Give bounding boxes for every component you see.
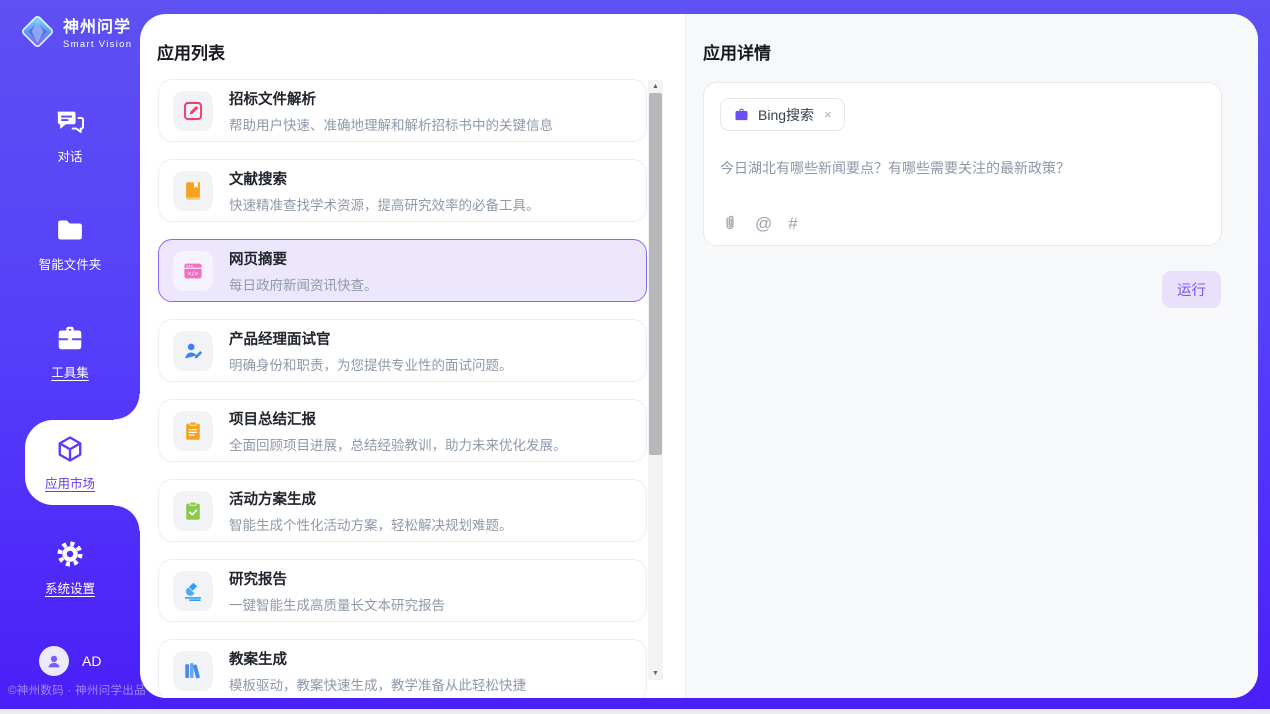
sidebar-item-label: 工具集	[51, 362, 89, 381]
app-cards: 招标文件解析 帮助用户快速、准确地理解和解析招标书中的关键信息 文献搜索 快速精…	[158, 79, 647, 698]
sidebar-item[interactable]: 工具集	[0, 312, 140, 392]
sidebar-item-label: 系统设置	[45, 578, 95, 597]
app-card-text: 项目总结汇报 全面回顾项目进展，总结经验教训，助力未来优化发展。	[229, 408, 567, 454]
app-card-text: 活动方案生成 智能生成个性化活动方案，轻松解决规划难题。	[229, 488, 513, 534]
clipboard-check-icon	[173, 491, 213, 531]
app-card[interactable]: 招标文件解析 帮助用户快速、准确地理解和解析招标书中的关键信息	[158, 79, 647, 142]
app-card-text: 教案生成 模板驱动，教案快速生成，教学准备从此轻松快捷	[229, 648, 526, 694]
app-card-desc: 一键智能生成高质量长文本研究报告	[229, 594, 445, 614]
app-card[interactable]: 教案生成 模板驱动，教案快速生成，教学准备从此轻松快捷	[158, 639, 647, 698]
prompt-card: Bing搜索 × 今日湖北有哪些新闻要点？有哪些需要关注的最新政策？ @ #	[703, 82, 1222, 246]
list-scrollbar[interactable]: ▲ ▼	[648, 80, 663, 680]
app-card-desc: 明确身份和职责，为您提供专业性的面试问题。	[229, 354, 513, 374]
app-card-text: 招标文件解析 帮助用户快速、准确地理解和解析招标书中的关键信息	[229, 88, 553, 134]
user-row[interactable]: AD	[39, 646, 101, 676]
tool-tag-label: Bing搜索	[758, 105, 814, 125]
sidebar-item[interactable]: 系统设置	[0, 528, 140, 608]
sidebar-item[interactable]: 应用市场	[0, 420, 140, 505]
app-card-title: 产品经理面试官	[229, 328, 513, 349]
app-card[interactable]: 研究报告 一键智能生成高质量长文本研究报告	[158, 559, 647, 622]
user-initials: AD	[82, 653, 101, 669]
sidebar-item-label: 应用市场	[45, 473, 95, 492]
hash-icon[interactable]: #	[788, 215, 797, 232]
sidebar-item-label: 智能文件夹	[39, 254, 102, 273]
browser-icon: </>	[173, 251, 213, 291]
user-icon	[45, 652, 63, 670]
app-card-text: 网页摘要 每日政府新闻资讯快查。	[229, 248, 378, 294]
book-icon	[173, 171, 213, 211]
main-content: 应用列表 招标文件解析 帮助用户快速、准确地理解和解析招标书中的关键信息	[140, 14, 1258, 698]
scrollbar-thumb[interactable]	[649, 93, 662, 455]
sidebar-nav: 对话 智能文件夹 工具集 应用市场	[0, 96, 140, 636]
app-card[interactable]: 文献搜索 快速精准查找学术资源，提高研究效率的必备工具。	[158, 159, 647, 222]
toolbox-icon	[55, 323, 85, 353]
app-detail-panel: 应用详情 Bing搜索 × 今日湖北有哪些新闻要点？有哪些需要关注的最新政策？ …	[685, 14, 1258, 698]
app-card-desc: 模板驱动，教案快速生成，教学准备从此轻松快捷	[229, 674, 526, 694]
composer-toolbar: @ #	[721, 214, 798, 232]
app-card-title: 活动方案生成	[229, 488, 513, 509]
sidebar-item-label: 对话	[57, 146, 82, 165]
briefcase-icon	[733, 106, 750, 123]
tool-tag[interactable]: Bing搜索 ×	[720, 98, 845, 131]
app-card[interactable]: 活动方案生成 智能生成个性化活动方案，轻松解决规划难题。	[158, 479, 647, 542]
app-card[interactable]: </> 网页摘要 每日政府新闻资讯快查。	[158, 239, 647, 302]
gear-icon	[55, 539, 85, 569]
app-list-title: 应用列表	[157, 39, 225, 64]
copyright: ©神州数码 · 神州问学出品	[8, 682, 146, 698]
app-card-text: 文献搜索 快速精准查找学术资源，提高研究效率的必备工具。	[229, 168, 540, 214]
app-card-text: 研究报告 一键智能生成高质量长文本研究报告	[229, 568, 445, 614]
app-window: 神州问学 Smart Vision 对话 智能文件夹	[0, 0, 1270, 714]
app-card-title: 研究报告	[229, 568, 445, 589]
app-card-desc: 每日政府新闻资讯快查。	[229, 274, 378, 294]
app-card-title: 网页摘要	[229, 248, 378, 269]
avatar	[39, 646, 69, 676]
microscope-icon	[173, 571, 213, 611]
run-row: 运行	[1162, 271, 1221, 308]
sidebar-item[interactable]: 对话	[0, 96, 140, 176]
chevron-down-icon[interactable]: ▼	[648, 667, 663, 680]
pencil-square-icon	[173, 91, 213, 131]
at-icon[interactable]: @	[755, 215, 772, 232]
diamond-logo-icon	[17, 11, 58, 52]
chevron-up-icon[interactable]: ▲	[648, 80, 663, 93]
app-card-title: 项目总结汇报	[229, 408, 567, 429]
sidebar-item[interactable]: 智能文件夹	[0, 204, 140, 284]
app-card-desc: 快速精准查找学术资源，提高研究效率的必备工具。	[229, 194, 540, 214]
run-button[interactable]: 运行	[1162, 271, 1221, 308]
app-card-title: 教案生成	[229, 648, 526, 669]
sidebar: 神州问学 Smart Vision 对话 智能文件夹	[0, 0, 140, 709]
svg-text:</>: </>	[188, 270, 199, 277]
app-card-text: 产品经理面试官 明确身份和职责，为您提供专业性的面试问题。	[229, 328, 513, 374]
folder-icon	[55, 215, 85, 245]
app-list-panel: 应用列表 招标文件解析 帮助用户快速、准确地理解和解析招标书中的关键信息	[140, 14, 685, 698]
app-card-title: 招标文件解析	[229, 88, 553, 109]
app-card[interactable]: 产品经理面试官 明确身份和职责，为您提供专业性的面试问题。	[158, 319, 647, 382]
brand-name: 神州问学	[63, 13, 132, 37]
app-card-desc: 智能生成个性化活动方案，轻松解决规划难题。	[229, 514, 513, 534]
cube-icon	[55, 434, 85, 464]
app-card-desc: 帮助用户快速、准确地理解和解析招标书中的关键信息	[229, 114, 553, 134]
brand: 神州问学 Smart Vision	[17, 11, 132, 52]
app-detail-title: 应用详情	[703, 39, 771, 64]
clipboard-icon	[173, 411, 213, 451]
app-card[interactable]: 项目总结汇报 全面回顾项目进展，总结经验教训，助力未来优化发展。	[158, 399, 647, 462]
paperclip-icon[interactable]	[721, 214, 739, 232]
brand-tagline: Smart Vision	[63, 39, 132, 50]
books-icon	[173, 651, 213, 691]
app-card-desc: 全面回顾项目进展，总结经验教训，助力未来优化发展。	[229, 434, 567, 454]
query-text[interactable]: 今日湖北有哪些新闻要点？有哪些需要关注的最新政策？	[720, 158, 1205, 178]
app-card-title: 文献搜索	[229, 168, 540, 189]
bottom-strip	[0, 709, 1270, 714]
brand-text: 神州问学 Smart Vision	[63, 13, 132, 50]
tool-tag-close-icon[interactable]: ×	[824, 107, 832, 122]
interview-icon	[173, 331, 213, 371]
chat-icon	[55, 107, 85, 137]
